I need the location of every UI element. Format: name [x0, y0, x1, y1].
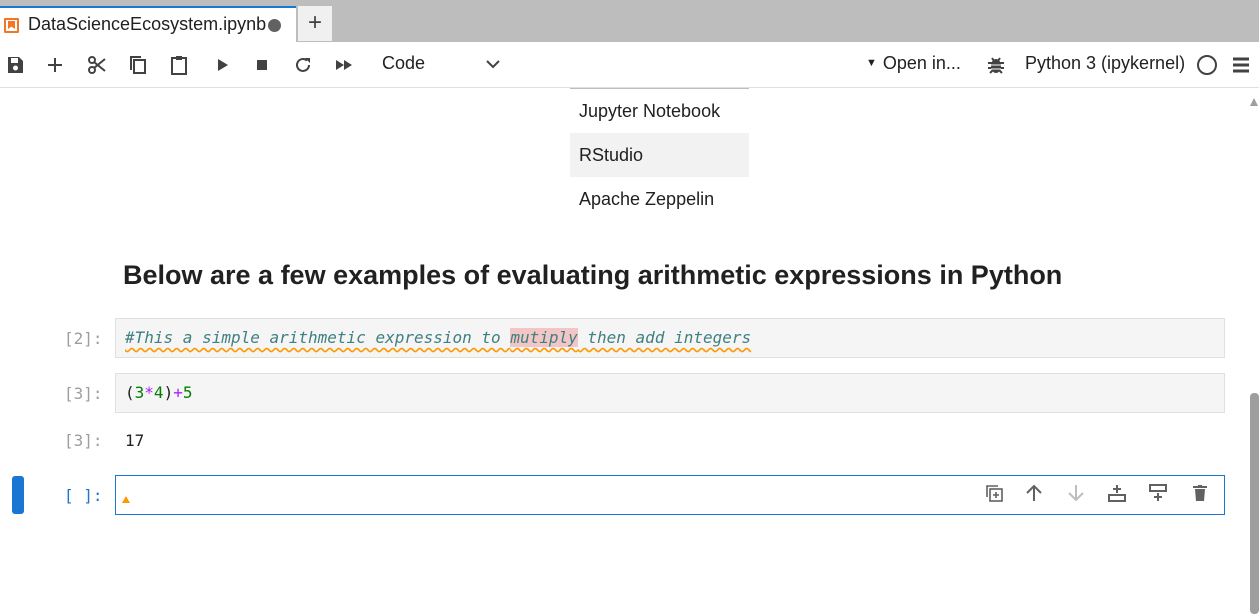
- table-row: Apache Zeppelin: [579, 189, 715, 209]
- cut-icon: [88, 56, 106, 74]
- scroll-up-icon[interactable]: [1250, 98, 1258, 106]
- cell-type-value: Code: [382, 53, 426, 73]
- delete-cell-button[interactable]: [1188, 481, 1212, 505]
- debugger-button[interactable]: [983, 52, 1009, 78]
- run-icon: [218, 59, 228, 71]
- code-comment: #This a simple arithmetic expression to …: [125, 328, 752, 347]
- code-token: 3: [134, 383, 145, 402]
- warning-caret-icon: [122, 496, 130, 503]
- spelling-highlight: mutiply: [510, 328, 578, 347]
- active-cell-indicator[interactable]: [12, 476, 24, 514]
- code-token: 4: [153, 383, 164, 402]
- add-cell-button[interactable]: [42, 52, 68, 78]
- open-in-menu[interactable]: ▼ Open in...: [866, 53, 961, 74]
- cell-prompt: [2]:: [64, 329, 103, 348]
- new-tab-button[interactable]: +: [298, 6, 332, 41]
- insert-above-icon: [1108, 485, 1126, 502]
- cut-button[interactable]: [84, 52, 110, 78]
- stop-button[interactable]: [249, 52, 275, 78]
- notebook-toolbar: Code ▼ Open in... Python 3 (ipykernel): [0, 42, 1259, 88]
- stop-icon: [257, 60, 267, 70]
- menu-button[interactable]: [1228, 52, 1254, 78]
- move-down-button[interactable]: [1064, 481, 1088, 505]
- tab-bar: DataScienceEcosystem.ipynb +: [0, 0, 1259, 42]
- move-up-button[interactable]: [1022, 481, 1046, 505]
- code-token: *: [144, 383, 154, 402]
- add-cell-icon: [48, 58, 62, 72]
- insert-below-button[interactable]: [1146, 481, 1170, 505]
- save-button[interactable]: [2, 52, 28, 78]
- menu-icon: [1233, 57, 1249, 73]
- code-cell-input[interactable]: #This a simple arithmetic expression to …: [115, 318, 1225, 358]
- cell-prompt: [ ]:: [64, 486, 103, 505]
- copy-button[interactable]: [125, 52, 151, 78]
- duplicate-icon: [986, 485, 1003, 502]
- delete-icon: [1193, 485, 1207, 501]
- unsaved-indicator-icon[interactable]: [268, 19, 281, 32]
- code-cell-input[interactable]: (3*4)+5: [115, 373, 1225, 413]
- move-down-icon: [1068, 485, 1084, 502]
- kernel-name[interactable]: Python 3 (ipykernel): [1025, 53, 1185, 74]
- bug-icon: [988, 57, 1004, 74]
- cell-prompt: [3]:: [64, 384, 103, 403]
- run-button[interactable]: [209, 52, 235, 78]
- caret-down-icon: ▼: [866, 57, 877, 69]
- tab-notebook[interactable]: DataScienceEcosystem.ipynb: [0, 6, 296, 42]
- save-icon: [8, 57, 23, 73]
- code-token: ): [163, 383, 174, 402]
- output-prompt: [3]:: [64, 431, 103, 450]
- code-token: 5: [182, 383, 193, 402]
- paste-icon: [171, 56, 187, 75]
- markdown-heading: Below are a few examples of evaluating a…: [123, 260, 1063, 290]
- paste-button[interactable]: [166, 52, 192, 78]
- insert-above-button[interactable]: [1105, 481, 1129, 505]
- code-token: (: [125, 383, 135, 402]
- copy-icon: [130, 56, 146, 74]
- insert-below-icon: [1149, 484, 1167, 501]
- move-up-icon: [1026, 484, 1042, 501]
- chevron-down-icon: [486, 60, 500, 69]
- tab-title: DataScienceEcosystem.ipynb: [28, 14, 267, 34]
- restart-button[interactable]: [290, 52, 316, 78]
- notebook-panel: Jupyter Notebook RStudio Apache Zeppelin…: [0, 88, 1259, 614]
- table-row: RStudio: [570, 133, 749, 177]
- scrollbar-thumb[interactable]: [1250, 393, 1259, 614]
- open-in-label: Open in...: [882, 53, 961, 73]
- restart-icon: [296, 57, 310, 72]
- cell-output: 17: [125, 431, 145, 450]
- table-row: Jupyter Notebook: [579, 101, 721, 121]
- duplicate-cell-button[interactable]: [982, 481, 1006, 505]
- code-cell-input-active[interactable]: [115, 475, 1225, 515]
- kernel-status-icon: [1197, 55, 1217, 75]
- tools-table: Jupyter Notebook RStudio Apache Zeppelin: [570, 88, 749, 221]
- notebook-icon: [4, 18, 19, 33]
- code-token: +: [173, 383, 183, 402]
- run-all-icon: [336, 60, 352, 70]
- cell-type-select[interactable]: Code: [382, 53, 502, 77]
- run-all-button[interactable]: [331, 52, 357, 78]
